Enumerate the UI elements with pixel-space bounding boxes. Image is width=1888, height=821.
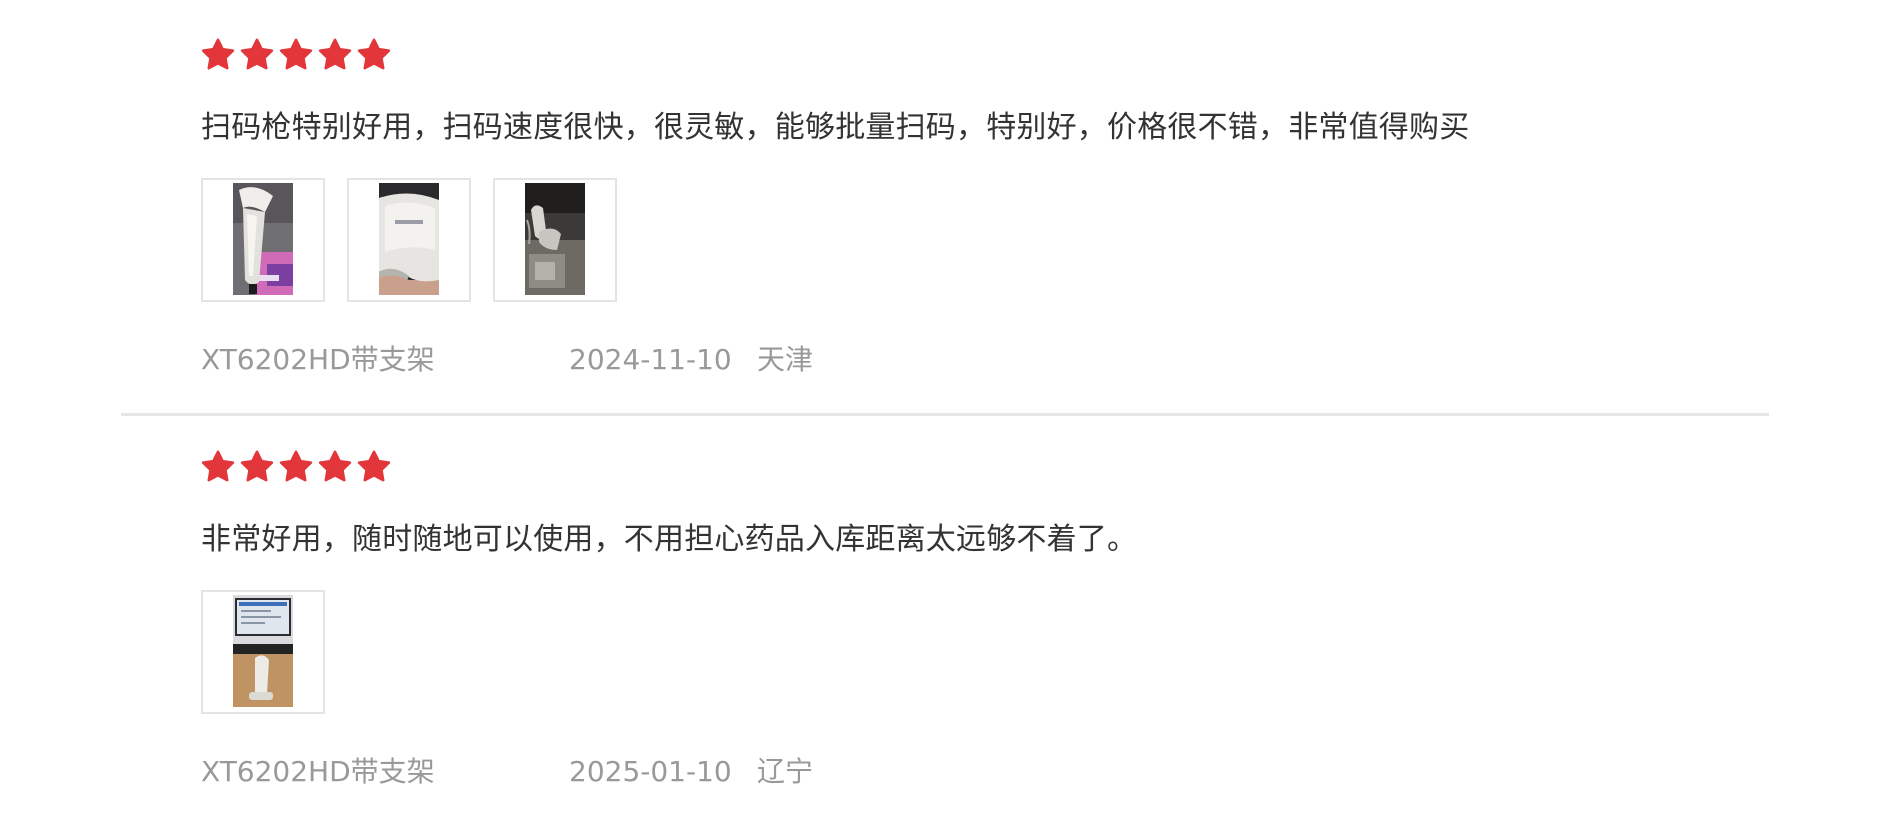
review-text: 非常好用，随时随地可以使用，不用担心药品入库距离太远够不着了。 <box>201 522 1138 557</box>
star-icon <box>318 38 352 72</box>
review-photo-thumbnail[interactable] <box>493 178 617 302</box>
product-variant: XT6202HD带支架 <box>201 343 435 376</box>
reviewer-location: 天津 <box>757 343 814 376</box>
review-list: 扫码枪特别好用，扫码速度很快，很灵敏，能够批量扫码，特别好，价格很不错，非常值得… <box>0 0 1888 821</box>
product-variant: XT6202HD带支架 <box>201 755 435 788</box>
star-icon <box>357 38 391 72</box>
star-icon <box>279 450 313 484</box>
star-icon <box>201 38 235 72</box>
reviewer-location: 辽宁 <box>757 755 814 788</box>
star-icon <box>240 38 274 72</box>
review-date: 2025-01-10 <box>569 755 732 788</box>
rating-stars <box>201 450 391 484</box>
review-photo-thumbnail[interactable] <box>201 178 325 302</box>
star-icon <box>318 450 352 484</box>
star-icon <box>279 38 313 72</box>
review-photo-thumbnail[interactable] <box>347 178 471 302</box>
rating-stars <box>201 38 391 72</box>
review-photo-thumbnail[interactable] <box>201 590 325 714</box>
review-date: 2024-11-10 <box>569 343 732 376</box>
review-divider <box>121 413 1769 416</box>
star-icon <box>357 450 391 484</box>
review-photos <box>201 590 325 714</box>
review-photos <box>201 178 617 302</box>
star-icon <box>201 450 235 484</box>
star-icon <box>240 450 274 484</box>
review-text: 扫码枪特别好用，扫码速度很快，很灵敏，能够批量扫码，特别好，价格很不错，非常值得… <box>201 110 1470 145</box>
